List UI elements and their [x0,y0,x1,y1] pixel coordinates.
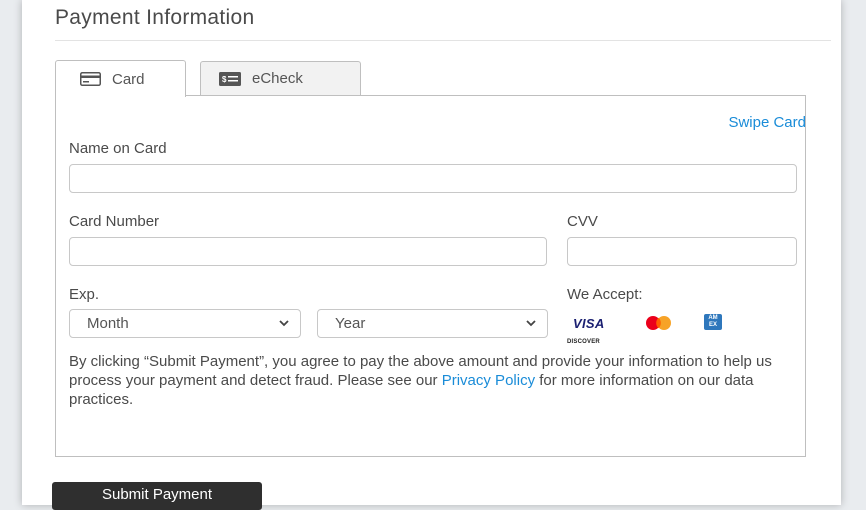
privacy-policy-link[interactable]: Privacy Policy [442,372,535,389]
mastercard-icon [639,316,679,330]
swipe-card-link[interactable]: Swipe Card [728,114,806,131]
name-on-card-input[interactable] [69,164,797,193]
submit-payment-button[interactable]: Submit Payment [52,482,262,510]
month-select-value: Month [87,315,129,332]
card-number-label: Card Number [69,213,160,230]
title-divider [55,40,831,41]
tab-card[interactable]: Card [55,60,186,97]
cvv-label: CVV [567,213,598,230]
payment-page: Payment Information Card $ eCheck Swipe … [22,0,841,510]
credit-card-icon [80,72,101,86]
tab-echeck[interactable]: $ eCheck [200,61,361,95]
exp-label: Exp. [69,286,100,303]
card-number-input[interactable] [69,237,547,266]
name-on-card-label: Name on Card [69,140,167,157]
card-form-panel: Swipe Card Name on Card Card Number CVV … [55,95,806,457]
discover-logo: DISCOVER [567,339,600,345]
year-select-value: Year [335,315,366,332]
chevron-down-icon [278,317,290,329]
check-icon: $ [219,71,241,86]
month-select[interactable]: Month [69,309,301,338]
chevron-down-icon [525,317,537,329]
we-accept-label: We Accept: [567,286,643,303]
visa-logo: VISA [573,316,605,331]
tab-echeck-label: eCheck [252,70,303,87]
year-select[interactable]: Year [317,309,548,338]
svg-text:$: $ [222,75,227,84]
page-title: Payment Information [55,6,255,29]
tab-card-label: Card [112,70,145,88]
amex-logo: AM EX [704,314,722,330]
accepted-cards: VISA AM EX DISCOVER [567,310,737,350]
cvv-input[interactable] [567,237,797,266]
consent-text: By clicking “Submit Payment”, you agree … [69,352,789,409]
